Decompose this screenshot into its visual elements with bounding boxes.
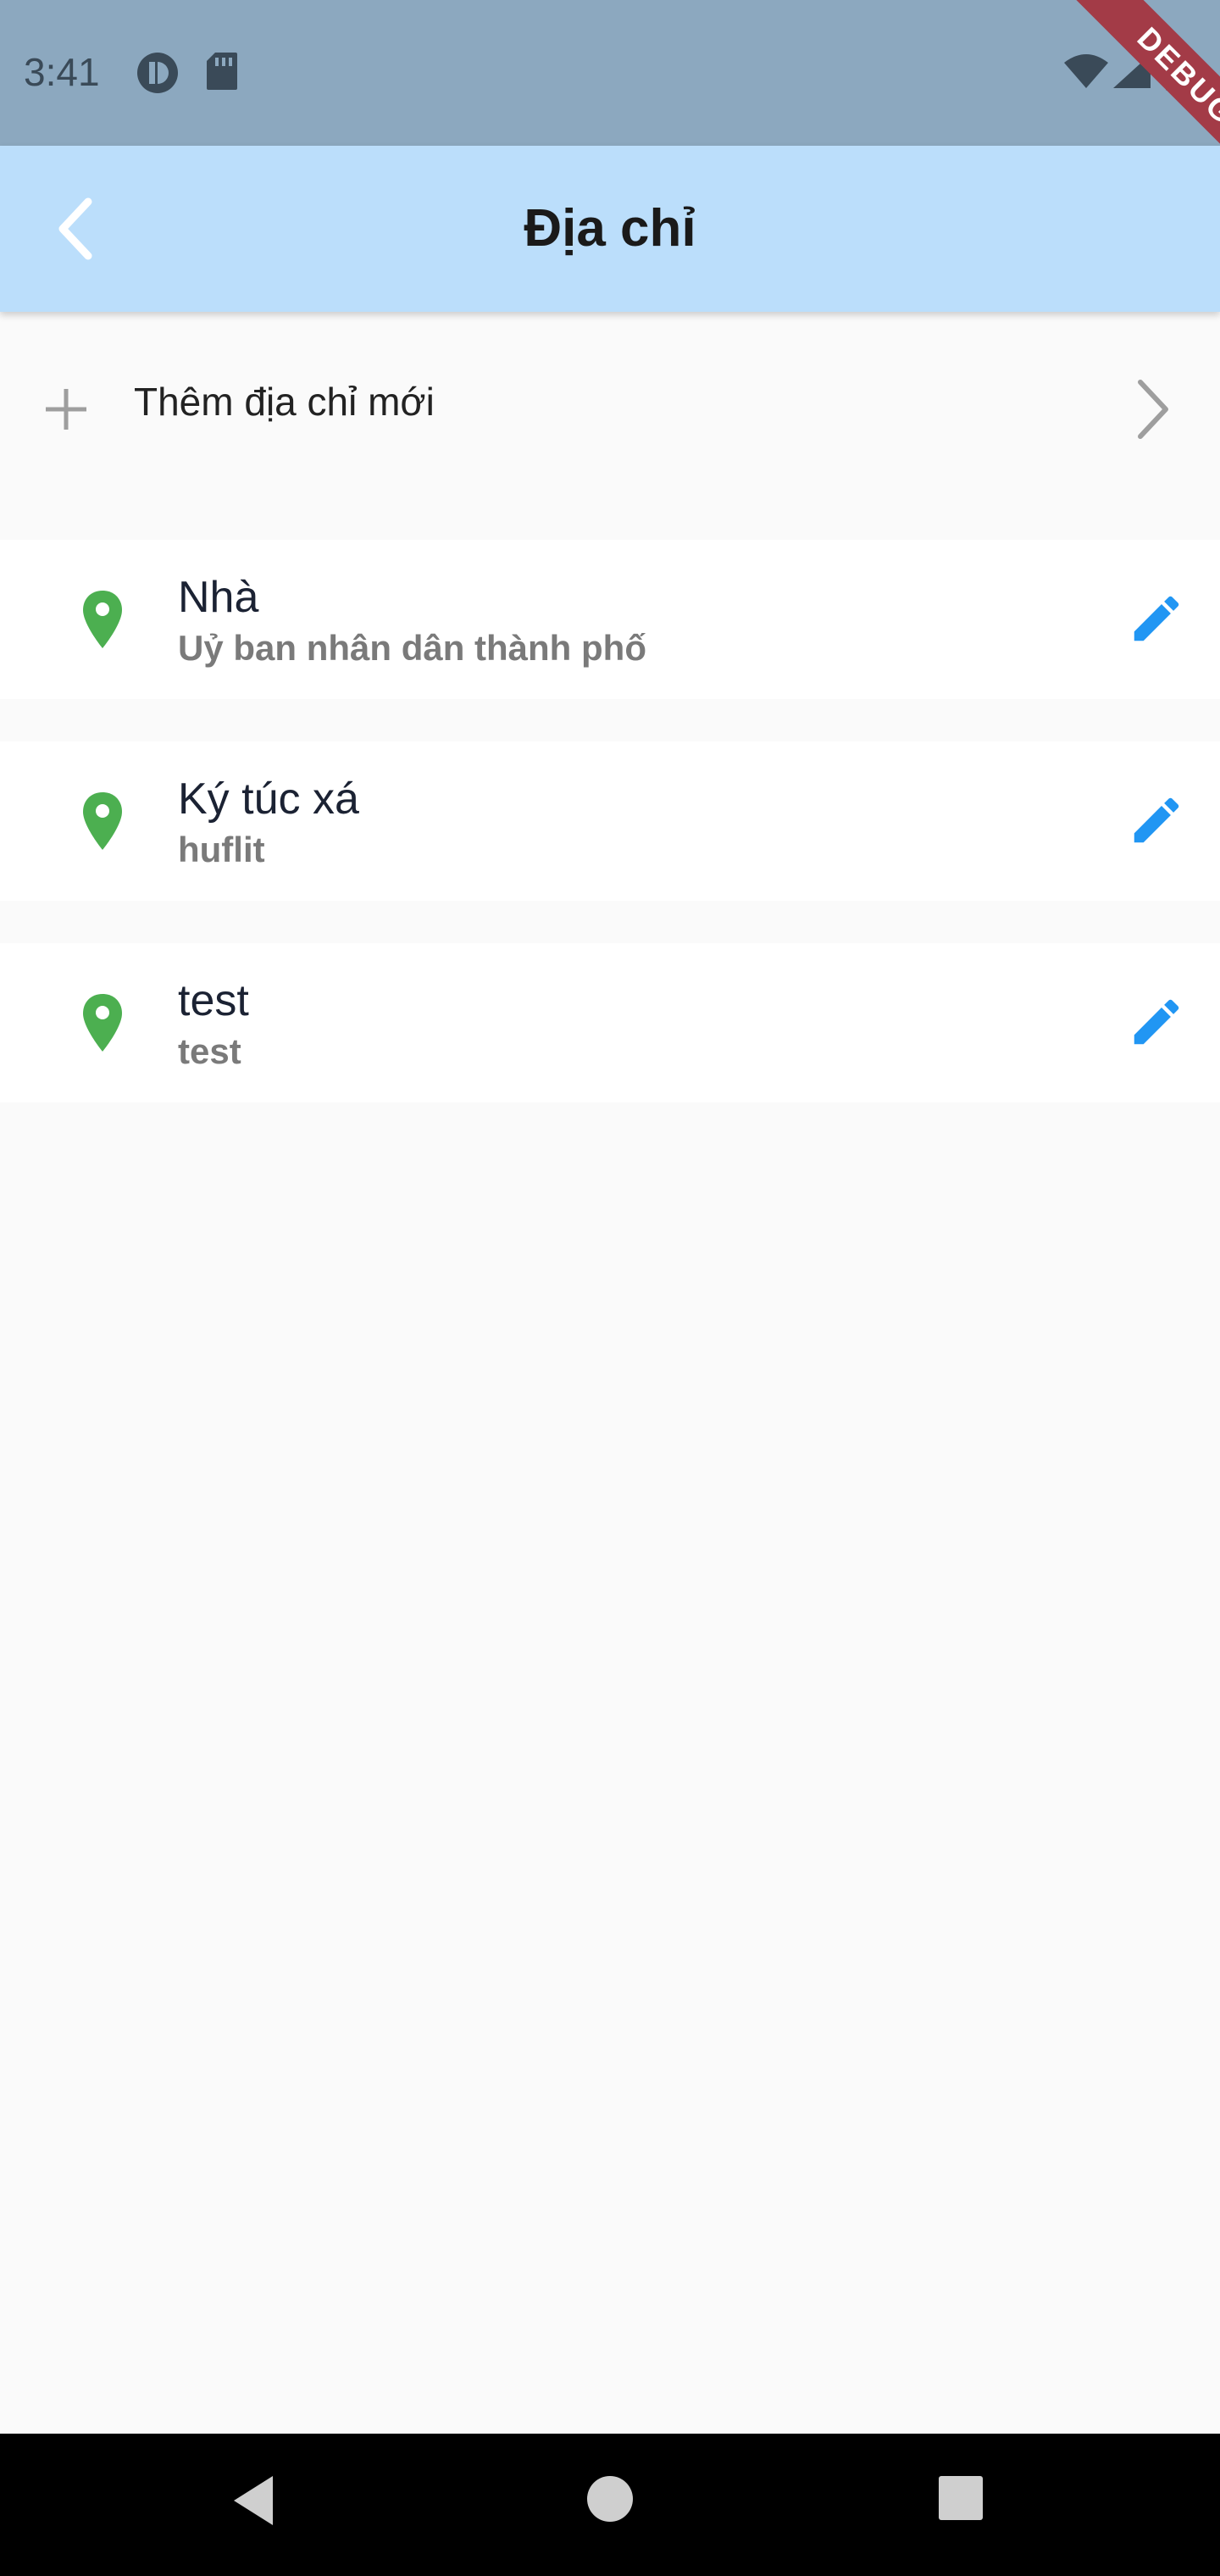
edit-address-button[interactable] [1110, 775, 1203, 869]
address-name: test [178, 976, 249, 1025]
location-pin-icon [81, 589, 124, 654]
system-nav-bar [0, 2434, 1220, 2576]
pencil-icon [1127, 992, 1186, 1056]
address-detail: test [178, 1031, 241, 1071]
sd-card-icon [205, 51, 239, 96]
edit-address-button[interactable] [1110, 977, 1203, 1070]
location-pin-icon [81, 791, 124, 856]
address-detail: Uỷ ban nhân dân thành phố [178, 628, 646, 668]
address-name: Ký túc xá [178, 774, 359, 824]
home-circle-icon[interactable] [585, 2469, 635, 2533]
pencil-icon [1127, 791, 1186, 854]
recents-square-icon[interactable] [937, 2473, 984, 2528]
chevron-right-icon [1132, 375, 1174, 447]
back-button[interactable] [34, 188, 119, 273]
address-card[interactable]: test test [0, 943, 1220, 1102]
circle-status-icon [136, 51, 180, 99]
edit-address-button[interactable] [1110, 574, 1203, 667]
add-address-label: Thêm địa chỉ mới [134, 380, 435, 424]
status-time: 3:41 [24, 50, 100, 94]
back-triangle-icon[interactable] [229, 2471, 280, 2534]
pencil-icon [1127, 589, 1186, 652]
address-name: Nhà [178, 573, 259, 622]
address-card[interactable]: Ký túc xá huflit [0, 741, 1220, 901]
add-address-row[interactable]: Thêm địa chỉ mới [0, 326, 1220, 487]
debug-banner: DEBUG [1017, 0, 1220, 203]
address-card[interactable]: Nhà Uỷ ban nhân dân thành phố [0, 540, 1220, 699]
address-detail: huflit [178, 830, 265, 869]
chevron-left-icon [51, 195, 102, 267]
plus-icon [42, 386, 90, 437]
debug-label: DEBUG [1067, 0, 1220, 196]
location-pin-icon [81, 992, 124, 1058]
